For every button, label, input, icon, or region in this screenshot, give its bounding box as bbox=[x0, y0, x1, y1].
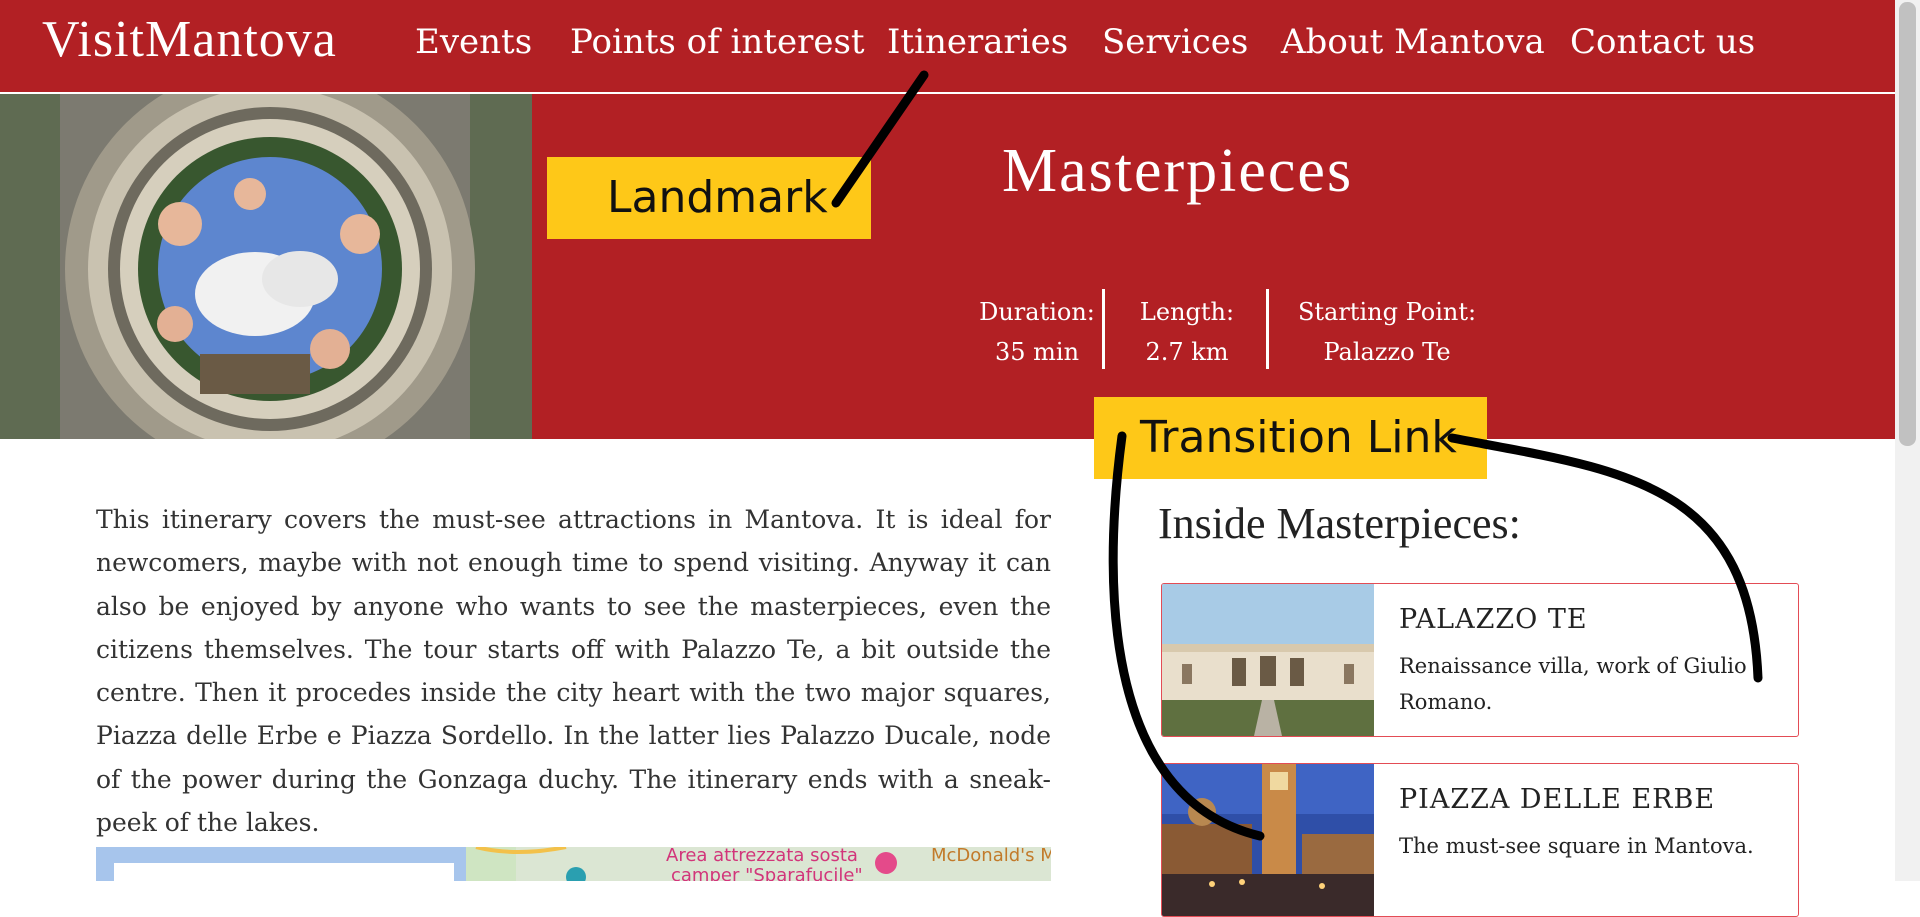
stat-divider bbox=[1266, 289, 1269, 369]
transition-link-annotation: Transition Link bbox=[1094, 397, 1487, 479]
itinerary-title: Masterpieces bbox=[1002, 137, 1354, 205]
poi-card[interactable]: PALAZZO TE Renaissance villa, work of Gi… bbox=[1161, 583, 1799, 737]
poi-name[interactable]: PIAZZA DELLE ERBE bbox=[1399, 784, 1715, 815]
itinerary-map[interactable]: Area attrezzata sosta camper "Sparafucil… bbox=[96, 847, 1051, 881]
stat-duration-value: 35 min bbox=[994, 338, 1080, 366]
nav-points-of-interest[interactable]: Points of interest bbox=[570, 22, 865, 62]
poi-name[interactable]: PALAZZO TE bbox=[1399, 604, 1588, 635]
top-navbar: VisitMantova Events Points of interest I… bbox=[0, 0, 1895, 94]
map-label: McDonald's M bbox=[931, 847, 1051, 866]
stat-duration: Duration: 35 min bbox=[952, 292, 1122, 372]
map-label: Area attrezzata sosta bbox=[666, 847, 858, 866]
poi-description: Renaissance villa, work of Giulio Romano… bbox=[1399, 654, 1747, 714]
stat-length-label: Length: bbox=[1139, 298, 1235, 326]
stat-starting-point: Starting Point: Palazzo Te bbox=[1277, 292, 1497, 372]
piazza-delle-erbe-thumbnail bbox=[1162, 764, 1374, 916]
scrollbar-thumb[interactable] bbox=[1899, 2, 1916, 446]
poi-card[interactable]: PIAZZA DELLE ERBE The must-see square in… bbox=[1161, 763, 1799, 917]
nav-contact-us[interactable]: Contact us bbox=[1570, 22, 1755, 62]
nav-events[interactable]: Events bbox=[415, 22, 532, 62]
map-graphic bbox=[96, 847, 1051, 881]
ceiling-fresco-graphic bbox=[0, 94, 532, 439]
site-logo[interactable]: VisitMantova bbox=[42, 10, 337, 69]
poi-description: The must-see square in Mantova. bbox=[1399, 834, 1754, 858]
stat-length: Length: 2.7 km bbox=[1117, 292, 1257, 372]
landmark-annotation: Landmark bbox=[547, 157, 871, 239]
hero-ceiling-image bbox=[0, 94, 532, 439]
nav-about-mantova[interactable]: About Mantova bbox=[1281, 22, 1545, 62]
stat-starting-point-value[interactable]: Palazzo Te bbox=[1277, 332, 1497, 372]
itinerary-description: This itinerary covers the must-see attra… bbox=[96, 505, 1051, 838]
page-scrollbar[interactable] bbox=[1895, 0, 1920, 881]
stat-length-value: 2.7 km bbox=[1145, 338, 1229, 366]
stat-starting-point-label: Starting Point: bbox=[1297, 298, 1477, 326]
itinerary-hero: Masterpieces Duration: 35 min Length: 2.… bbox=[532, 94, 1895, 439]
map-label: camper "Sparafucile" bbox=[671, 865, 863, 882]
stat-divider bbox=[1102, 289, 1105, 369]
nav-itineraries[interactable]: Itineraries bbox=[887, 22, 1068, 62]
palazzo-te-thumbnail bbox=[1162, 584, 1374, 736]
inside-section-title: Inside Masterpieces: bbox=[1158, 499, 1521, 548]
stat-duration-label: Duration: bbox=[979, 298, 1095, 326]
nav-services[interactable]: Services bbox=[1102, 22, 1248, 62]
